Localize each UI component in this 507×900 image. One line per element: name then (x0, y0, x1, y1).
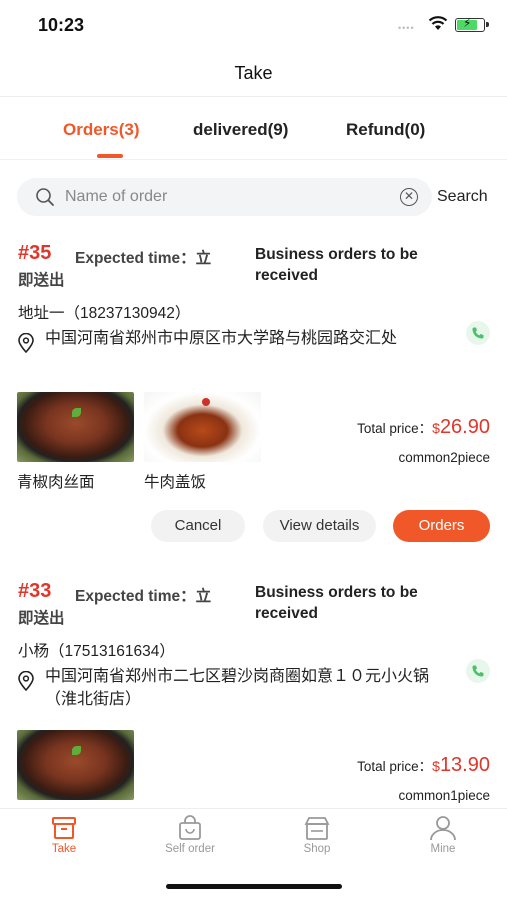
total-price: Total price：$13.90 (357, 754, 490, 777)
cancel-button[interactable]: Cancel (151, 510, 245, 542)
tab-orders[interactable]: Orders(3) (63, 120, 140, 140)
expected-time-label: Expected time：立 (75, 250, 212, 267)
expected-time-value: 即送出 (18, 610, 65, 627)
view-details-button[interactable]: View details (263, 510, 376, 542)
tabbar-shop[interactable]: Shop (277, 815, 357, 855)
search-icon (36, 188, 54, 206)
tabbar-label: Take (51, 843, 77, 855)
phone-icon (472, 327, 484, 339)
tab-refund[interactable]: Refund(0) (346, 120, 425, 140)
tabbar-self-order[interactable]: Self order (150, 815, 230, 855)
bottom-tab-bar: Take Self order Shop Mine (0, 808, 507, 860)
total-price-value: 13.90 (439, 754, 490, 776)
delivery-address: 中国河南省郑州市中原区市大学路与桃园路交汇处 (45, 330, 398, 347)
dish-image (144, 392, 261, 462)
call-button[interactable] (466, 659, 490, 683)
currency-symbol: $ (432, 758, 440, 774)
tabbar-mine[interactable]: Mine (403, 815, 483, 855)
shop-icon (304, 817, 330, 840)
delivery-address: 中国河南省郑州市二七区碧沙岗商圈如意１０元小火锅（淮北街店） (45, 668, 430, 708)
phone-icon (472, 665, 484, 677)
tab-delivered[interactable]: delivered(9) (193, 120, 288, 140)
page-title: Take (234, 63, 273, 83)
dish-name: 青椒肉丝面 (17, 474, 95, 491)
tabbar-take[interactable]: Take (24, 815, 104, 855)
order-number: #35 (18, 242, 52, 264)
dish-image (17, 730, 134, 800)
customer-info: 地址一（18237130942） (18, 305, 191, 322)
total-price: Total price：$26.90 (357, 416, 490, 439)
location-pin-icon (18, 671, 34, 691)
wifi-icon (428, 16, 448, 30)
search-bar: Name of order ✕ (17, 178, 432, 216)
nav-bar: Take (0, 55, 507, 97)
total-price-label: Total price： (357, 421, 433, 436)
user-icon (430, 816, 456, 841)
take-box-icon (52, 817, 76, 839)
bag-icon (179, 815, 201, 840)
tabbar-label: Shop (303, 843, 331, 855)
location-pin-icon (18, 333, 34, 353)
total-price-label: Total price： (357, 759, 433, 774)
signal-dots-icon: •••• (398, 23, 415, 33)
dish-item[interactable] (17, 730, 134, 800)
dish-item[interactable]: 青椒肉丝面 (17, 392, 134, 492)
item-count: common2piece (398, 450, 490, 465)
status-bar: 10:23 •••• ⚡ (0, 0, 507, 50)
total-price-value: 26.90 (439, 416, 490, 438)
status-time: 10:23 (38, 15, 85, 35)
tabbar-label: Mine (430, 843, 456, 855)
dish-name: 牛肉盖饭 (144, 474, 207, 491)
dish-image (17, 392, 134, 462)
call-button[interactable] (466, 321, 490, 345)
clear-icon[interactable]: ✕ (400, 188, 418, 206)
item-count: common1piece (398, 788, 490, 803)
business-status: Business orders to be received (255, 584, 418, 622)
dish-item[interactable]: 牛肉盖饭 (144, 392, 261, 492)
search-button[interactable]: Search (437, 188, 488, 206)
currency-symbol: $ (432, 420, 440, 436)
accept-order-button[interactable]: Orders (393, 510, 490, 542)
tabbar-label: Self order (165, 843, 215, 855)
customer-info: 小杨（17513161634） (18, 643, 175, 660)
expected-time-value: 即送出 (18, 272, 65, 289)
business-status: Business orders to be received (255, 246, 418, 284)
home-indicator (166, 884, 342, 889)
order-tabs: Orders(3) delivered(9) Refund(0) (0, 112, 507, 160)
tab-active-indicator (97, 154, 123, 158)
battery-icon: ⚡ (455, 16, 489, 32)
search-input[interactable]: Name of order (65, 188, 167, 206)
order-number: #33 (18, 580, 52, 602)
expected-time-label: Expected time：立 (75, 588, 212, 605)
